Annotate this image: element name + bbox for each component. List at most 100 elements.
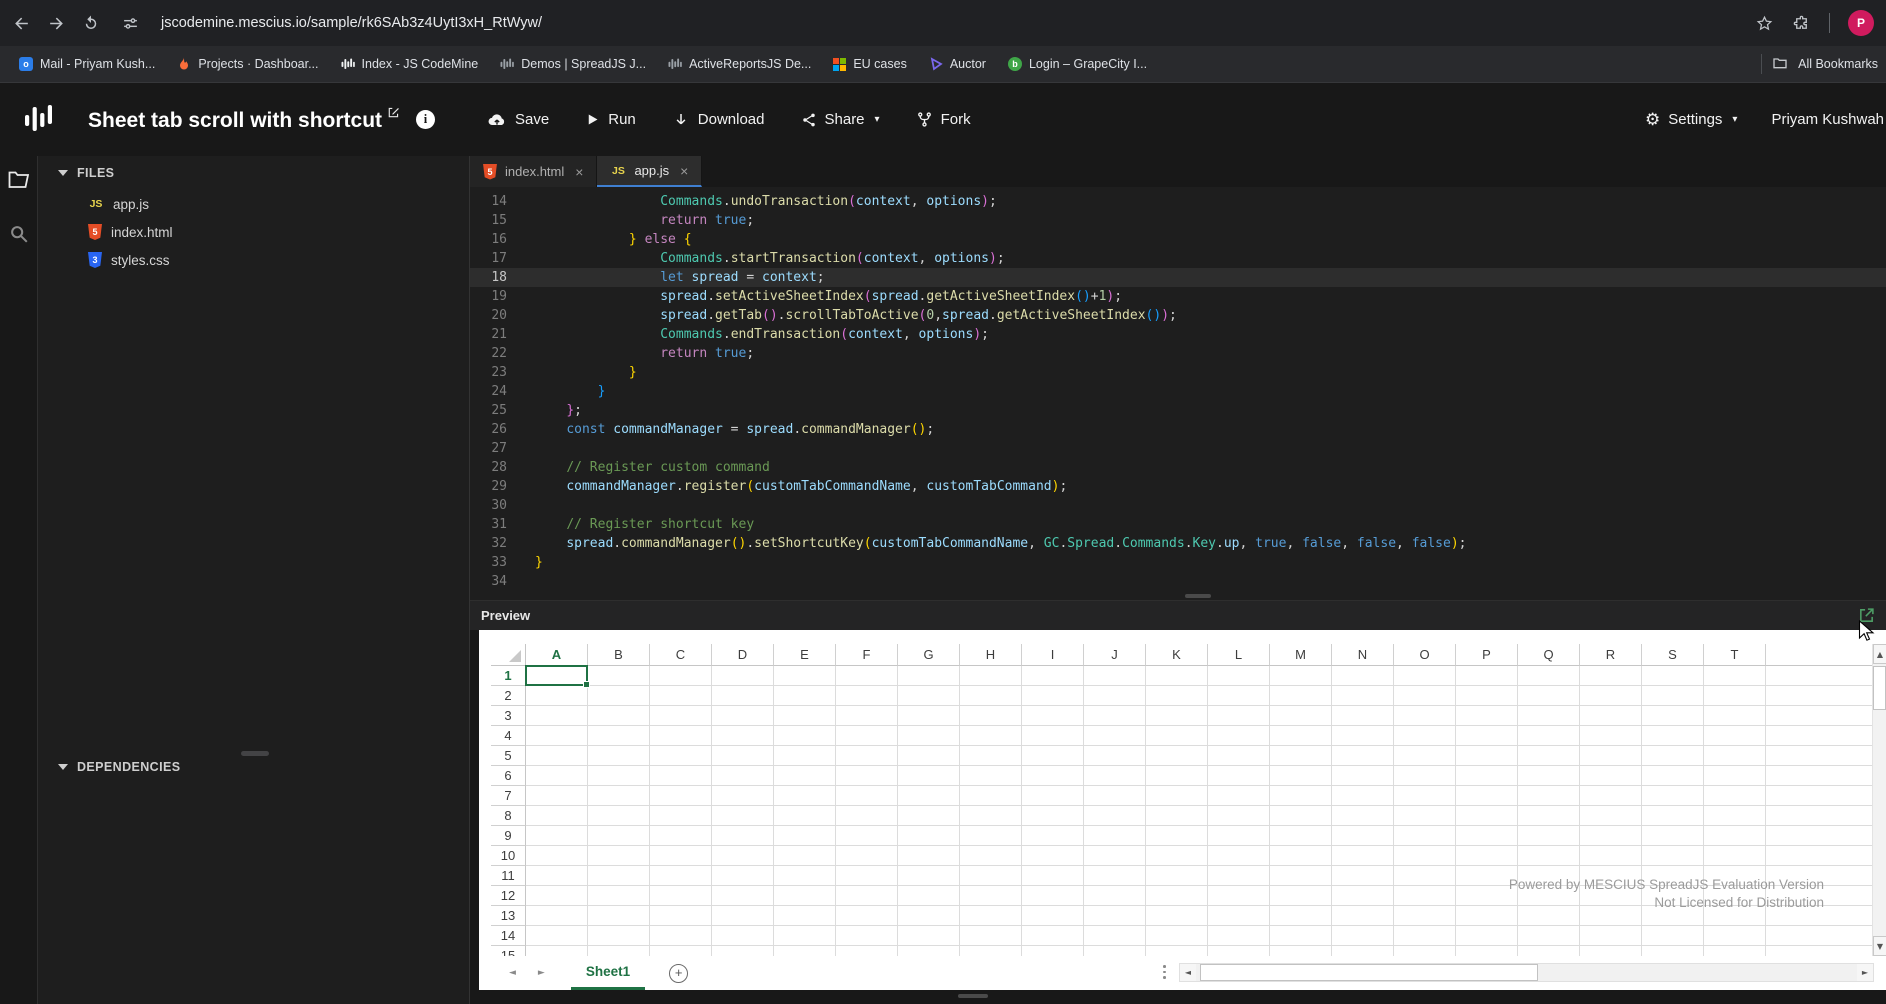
- code-line-27[interactable]: 27: [470, 439, 1886, 458]
- column-header-F[interactable]: F: [836, 644, 898, 666]
- extensions-icon[interactable]: [1792, 14, 1811, 33]
- column-header-C[interactable]: C: [650, 644, 712, 666]
- bookmark-item[interactable]: Index - JS CodeMine: [330, 53, 490, 75]
- row-header-13[interactable]: 13: [491, 906, 526, 926]
- select-all-corner[interactable]: [491, 644, 526, 666]
- vertical-scroll-thumb[interactable]: [1873, 666, 1886, 710]
- sheet-tab-Sheet1[interactable]: Sheet1: [570, 956, 646, 990]
- fork-button[interactable]: Fork: [916, 111, 971, 128]
- settings-button[interactable]: ⚙ Settings ▾: [1645, 110, 1737, 130]
- bookmark-item[interactable]: Demos | SpreadJS J...: [489, 53, 657, 75]
- scroll-down-button[interactable]: ▼: [1873, 936, 1886, 956]
- column-header-T[interactable]: T: [1704, 644, 1766, 666]
- row-header-6[interactable]: 6: [491, 766, 526, 786]
- code-line-20[interactable]: 20 spread.getTab().scrollTabToActive(0,s…: [470, 306, 1886, 325]
- prev-sheet-icon[interactable]: ◄: [509, 968, 516, 978]
- bookmark-star-icon[interactable]: [1755, 14, 1774, 33]
- active-cell-A1[interactable]: [525, 665, 590, 688]
- scroll-right-button[interactable]: ►: [1857, 964, 1873, 981]
- user-menu[interactable]: Priyam Kushwah: [1771, 111, 1884, 128]
- code-line-15[interactable]: 15 return true;: [470, 211, 1886, 230]
- close-icon[interactable]: ×: [680, 163, 688, 179]
- code-line-17[interactable]: 17 Commands.startTransaction(context, op…: [470, 249, 1886, 268]
- code-line-19[interactable]: 19 spread.setActiveSheetIndex(spread.get…: [470, 287, 1886, 306]
- add-sheet-button[interactable]: +: [669, 963, 689, 983]
- row-header-15[interactable]: 15: [491, 946, 526, 956]
- row-header-10[interactable]: 10: [491, 846, 526, 866]
- column-header-D[interactable]: D: [712, 644, 774, 666]
- column-header-K[interactable]: K: [1146, 644, 1208, 666]
- download-button[interactable]: Download: [672, 111, 765, 129]
- editor-tab-app.js[interactable]: JS app.js ×: [597, 156, 703, 187]
- bookmark-item[interactable]: EU cases: [822, 53, 918, 75]
- code-editor[interactable]: 14 Commands.undoTransaction(context, opt…: [470, 187, 1886, 600]
- search-icon[interactable]: [8, 223, 30, 250]
- code-line-33[interactable]: 33}: [470, 553, 1886, 572]
- next-sheet-icon[interactable]: ►: [538, 968, 545, 978]
- column-header-E[interactable]: E: [774, 644, 836, 666]
- code-line-16[interactable]: 16 } else {: [470, 230, 1886, 249]
- reload-icon[interactable]: [82, 14, 100, 32]
- column-header-P[interactable]: P: [1456, 644, 1518, 666]
- code-line-30[interactable]: 30: [470, 496, 1886, 515]
- run-button[interactable]: Run: [585, 111, 636, 128]
- bookmark-item[interactable]: Projects · Dashboar...: [166, 53, 329, 75]
- row-header-9[interactable]: 9: [491, 826, 526, 846]
- dependencies-section-header[interactable]: DEPENDENCIES: [38, 760, 469, 774]
- code-line-32[interactable]: 32 spread.commandManager().setShortcutKe…: [470, 534, 1886, 553]
- column-header-B[interactable]: B: [588, 644, 650, 666]
- column-header-S[interactable]: S: [1642, 644, 1704, 666]
- code-line-23[interactable]: 23 }: [470, 363, 1886, 382]
- code-line-34[interactable]: 34: [470, 572, 1886, 591]
- files-section-header[interactable]: FILES: [38, 166, 469, 180]
- code-line-29[interactable]: 29 commandManager.register(customTabComm…: [470, 477, 1886, 496]
- bookmark-item[interactable]: Auctor: [918, 53, 997, 75]
- column-header-R[interactable]: R: [1580, 644, 1642, 666]
- save-button[interactable]: Save: [487, 110, 549, 130]
- all-bookmarks[interactable]: All Bookmarks: [1751, 54, 1878, 74]
- column-header-G[interactable]: G: [898, 644, 960, 666]
- row-header-4[interactable]: 4: [491, 726, 526, 746]
- vertical-scrollbar[interactable]: ▲ ▼: [1872, 644, 1886, 956]
- row-header-5[interactable]: 5: [491, 746, 526, 766]
- row-header-12[interactable]: 12: [491, 886, 526, 906]
- scroll-left-button[interactable]: ◄: [1180, 964, 1196, 981]
- column-header-L[interactable]: L: [1208, 644, 1270, 666]
- url-input[interactable]: jscodemine.mescius.io/sample/rk6SAb3z4Uy…: [161, 15, 542, 31]
- sheet-grid[interactable]: A B C D E F G H I J K L M N O P Q R S T 1 2 3 4 5 6 7 8 9 10 11 12 13 14 1…: [491, 644, 1872, 956]
- profile-avatar[interactable]: P: [1848, 10, 1874, 36]
- share-button[interactable]: Share ▾: [801, 111, 880, 128]
- column-header-I[interactable]: I: [1022, 644, 1084, 666]
- row-header-7[interactable]: 7: [491, 786, 526, 806]
- editor-preview-resize-grip[interactable]: [1185, 594, 1211, 598]
- site-settings-icon[interactable]: [122, 15, 139, 32]
- horizontal-scroll-thumb[interactable]: [1200, 964, 1538, 981]
- column-header-N[interactable]: N: [1332, 644, 1394, 666]
- fill-handle[interactable]: [583, 681, 590, 688]
- sidebar-file-styles.css[interactable]: 3 styles.css: [38, 246, 469, 274]
- code-line-21[interactable]: 21 Commands.endTransaction(context, opti…: [470, 325, 1886, 344]
- row-header-2[interactable]: 2: [491, 686, 526, 706]
- explorer-folder-icon[interactable]: [7, 168, 31, 197]
- column-header-Q[interactable]: Q: [1518, 644, 1580, 666]
- column-header-O[interactable]: O: [1394, 644, 1456, 666]
- code-line-14[interactable]: 14 Commands.undoTransaction(context, opt…: [470, 192, 1886, 211]
- code-line-26[interactable]: 26 const commandManager = spread.command…: [470, 420, 1886, 439]
- code-line-28[interactable]: 28 // Register custom command: [470, 458, 1886, 477]
- horizontal-scrollbar[interactable]: ◄ ►: [1179, 963, 1874, 982]
- code-line-18[interactable]: 18 let spread = context;: [470, 268, 1886, 287]
- code-line-24[interactable]: 24 }: [470, 382, 1886, 401]
- back-icon[interactable]: [12, 14, 31, 33]
- info-icon[interactable]: i: [416, 110, 436, 129]
- tab-strip-resize-handle[interactable]: [1163, 965, 1166, 979]
- app-logo-icon[interactable]: [24, 104, 54, 136]
- edit-title-icon[interactable]: [387, 106, 400, 119]
- row-header-3[interactable]: 3: [491, 706, 526, 726]
- column-header-M[interactable]: M: [1270, 644, 1332, 666]
- column-header-J[interactable]: J: [1084, 644, 1146, 666]
- close-icon[interactable]: ×: [575, 164, 583, 180]
- bookmark-item[interactable]: o Mail - Priyam Kush...: [8, 53, 166, 75]
- sidebar-resize-grip[interactable]: [241, 751, 269, 756]
- forward-icon[interactable]: [47, 14, 66, 33]
- code-line-31[interactable]: 31 // Register shortcut key: [470, 515, 1886, 534]
